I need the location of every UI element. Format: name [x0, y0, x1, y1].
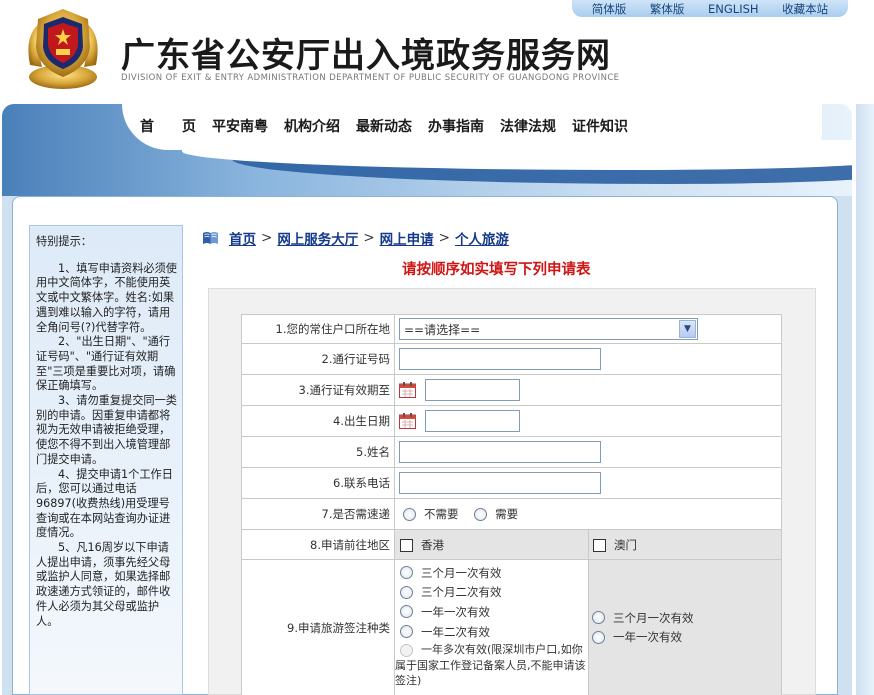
- birth-date-input[interactable]: [424, 410, 520, 432]
- notice-item-1: 1、填写申请资料必须使用中文简体字，不能使用英文或中文繁体字。姓名:如果遇到难以…: [36, 261, 177, 334]
- express-yes-radio[interactable]: [474, 508, 488, 521]
- residence-select[interactable]: ==请选择== ▼: [399, 318, 698, 340]
- site-subtitle: DIVISION OF EXIT & ENTRY ADMINISTRATION …: [121, 73, 620, 83]
- express-no-label: 不需要: [424, 507, 459, 521]
- hk-visa-option: 一年一次有效: [421, 604, 490, 619]
- top-link-simplified[interactable]: 简体版: [592, 1, 627, 17]
- police-emblem-logo: [28, 9, 98, 89]
- breadcrumb-personal-travel[interactable]: 个人旅游: [455, 228, 509, 248]
- hk-visa-radio[interactable]: [400, 585, 413, 599]
- nav-item-news[interactable]: 最新动态: [356, 116, 412, 136]
- notice-heading: 特别提示：: [36, 235, 92, 248]
- region-hk-checkbox[interactable]: [400, 538, 413, 552]
- notice-item-3: 3、请勿重复提交同一类别的申请。因重复申请都将视为无效申请被拒绝受理，使您不得不…: [36, 394, 177, 466]
- calendar-icon[interactable]: [399, 413, 416, 429]
- phone-input[interactable]: [399, 472, 601, 494]
- top-link-english[interactable]: ENGLISH: [708, 2, 759, 16]
- macau-visa-options: 三个月一次有效 一年一次有效: [591, 608, 781, 647]
- breadcrumb-sep: >: [363, 230, 375, 246]
- permit-no-label: 2.通行证号码: [241, 343, 395, 375]
- permit-no-input[interactable]: [399, 348, 601, 370]
- nav-item-safe-guangdong[interactable]: 平安南粤: [212, 116, 268, 136]
- top-links-bar: 简体版 繁体版 ENGLISH 收藏本站: [572, 0, 848, 17]
- breadcrumb: 首页 > 网上服务大厅 > 网上申请 > 个人旅游: [202, 228, 509, 248]
- birth-date-label: 4.出生日期: [241, 405, 395, 437]
- hk-visa-radio[interactable]: [400, 625, 413, 639]
- hk-visa-options: 三个月一次有效 三个月二次有效 一年一次有效 一年二次有效: [395, 563, 588, 641]
- macau-visa-option: 一年一次有效: [613, 630, 682, 645]
- hk-visa-option: 三个月二次有效: [421, 585, 502, 600]
- breadcrumb-service-hall[interactable]: 网上服务大厅: [277, 228, 358, 248]
- notice-item-5: 5、凡16周岁以下申请人提出申请，须事先经父母或监护人同意，如果选择邮政速递方式…: [36, 541, 171, 628]
- hk-multi-visa-note: 一年多次有效(限深圳市户口,如你属于国家工作登记备案人员,不能申请该签注): [395, 643, 586, 688]
- notice-box: 特别提示： 1、填写申请资料必须使用中文简体字，不能使用英文或中文繁体字。姓名:…: [29, 225, 183, 695]
- macau-visa-option: 三个月一次有效: [613, 610, 694, 625]
- region-macau-checkbox[interactable]: [593, 538, 606, 552]
- breadcrumb-sep: >: [261, 230, 273, 246]
- notice-item-4: 4、提交申请1个工作日后，您可以通过电话96897(收费热线)用受理号查询或在本…: [36, 467, 173, 540]
- right-edge-strip: [856, 104, 874, 695]
- notice-item-2: 2、"出生日期"、"通行证号码"、"通行证有效期至"三项是重要比对项，请确保正确…: [36, 335, 176, 393]
- region-label: 8.申请前往地区: [241, 529, 395, 560]
- nav-item-about[interactable]: 机构介绍: [284, 116, 340, 136]
- top-link-traditional[interactable]: 繁体版: [650, 1, 685, 17]
- nav-item-documents[interactable]: 证件知识: [572, 116, 628, 136]
- region-macau-label: 澳门: [614, 537, 637, 552]
- permit-expiry-input[interactable]: [424, 379, 520, 401]
- breadcrumb-home[interactable]: 首页: [229, 228, 256, 248]
- top-link-bookmark[interactable]: 收藏本站: [782, 1, 828, 17]
- hk-visa-radio[interactable]: [400, 605, 413, 619]
- form-title: 请按顺序如实填写下列申请表: [402, 261, 591, 278]
- name-input[interactable]: [399, 441, 601, 463]
- name-label: 5.姓名: [241, 436, 395, 468]
- visa-type-label: 9.申请旅游签注种类: [241, 559, 395, 695]
- hk-multi-visa-radio[interactable]: [400, 643, 413, 657]
- macau-visa-radio[interactable]: [592, 611, 605, 625]
- nav-item-laws[interactable]: 法律法规: [500, 116, 556, 136]
- permit-expiry-label: 3.通行证有效期至: [241, 374, 395, 406]
- site-title: 广东省公安厅出入境政务服务网: [121, 36, 611, 76]
- nav-item-guide[interactable]: 办事指南: [428, 116, 484, 136]
- residence-label: 1.您的常住户口所在地: [241, 314, 395, 344]
- application-form: 1.您的常住户口所在地 ==请选择== ▼ 2.通行证号码 3.通行证有效期至 …: [241, 314, 782, 695]
- nav-item-home[interactable]: 首 页: [140, 116, 196, 136]
- residence-select-value: ==请选择==: [404, 322, 481, 337]
- breadcrumb-sep: >: [438, 230, 450, 246]
- express-yes-label: 需要: [495, 507, 519, 521]
- express-label: 7.是否需速递: [241, 498, 395, 530]
- book-icon: [203, 232, 218, 244]
- hk-visa-option: 一年二次有效: [421, 624, 490, 639]
- hk-visa-radio[interactable]: [400, 566, 413, 580]
- main-nav: 首 页 平安南粤 机构介绍 最新动态 办事指南 法律法规 证件知识: [140, 116, 644, 136]
- chevron-down-icon[interactable]: ▼: [679, 320, 696, 338]
- calendar-icon[interactable]: [399, 382, 416, 398]
- phone-label: 6.联系电话: [241, 467, 395, 499]
- region-hk-label: 香港: [421, 537, 444, 552]
- express-no-radio[interactable]: [403, 508, 416, 521]
- breadcrumb-online-apply[interactable]: 网上申请: [380, 228, 434, 248]
- macau-visa-radio[interactable]: [592, 630, 605, 644]
- hk-visa-option: 三个月一次有效: [421, 565, 502, 580]
